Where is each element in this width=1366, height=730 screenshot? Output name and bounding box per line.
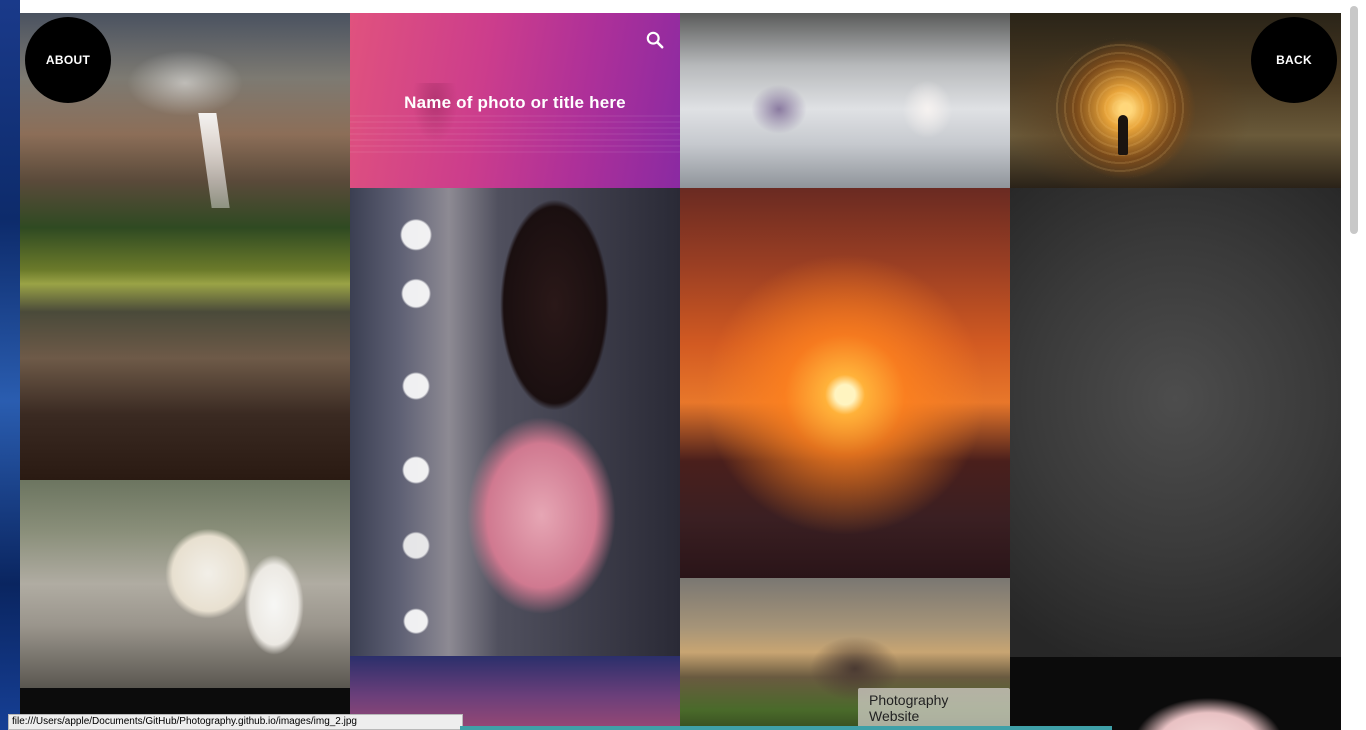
photo-tile-cats-grass[interactable]: Photography Website <box>680 578 1010 730</box>
photo-title: Name of photo or title here <box>404 93 626 112</box>
portal-rings <box>1050 38 1190 178</box>
page-scrollbar[interactable] <box>1341 0 1366 730</box>
man-silhouette <box>1118 115 1128 155</box>
status-bar-url: file:///Users/apple/Documents/GitHub/Pho… <box>8 714 463 730</box>
photo-tile-featured-overlay[interactable]: Name of photo or title here <box>350 13 680 188</box>
photo-tile-girl-mirror[interactable] <box>350 188 680 656</box>
water-reflection <box>350 115 680 155</box>
desktop-background-strip <box>0 0 20 730</box>
search-icon[interactable] <box>646 31 664 49</box>
scrollbar-thumb[interactable] <box>1350 6 1358 234</box>
bottom-highlight-bar <box>460 726 1112 730</box>
photo-tile-sunset-birds[interactable] <box>680 188 1010 578</box>
photo-tile-fantasy-island[interactable] <box>680 13 1010 188</box>
photo-tile-flower[interactable] <box>1010 657 1341 730</box>
about-button[interactable]: ABOUT <box>25 17 111 103</box>
photo-tile-woman-with-tiger[interactable] <box>20 480 350 688</box>
photo-caption: Photography Website <box>858 688 1010 728</box>
photo-tile-placeholder-grey[interactable] <box>1010 188 1341 657</box>
photo-gallery-grid: Name of photo or title here Photography … <box>20 13 1341 730</box>
back-button[interactable]: BACK <box>1251 17 1337 103</box>
mirror-bulbs <box>396 218 436 638</box>
